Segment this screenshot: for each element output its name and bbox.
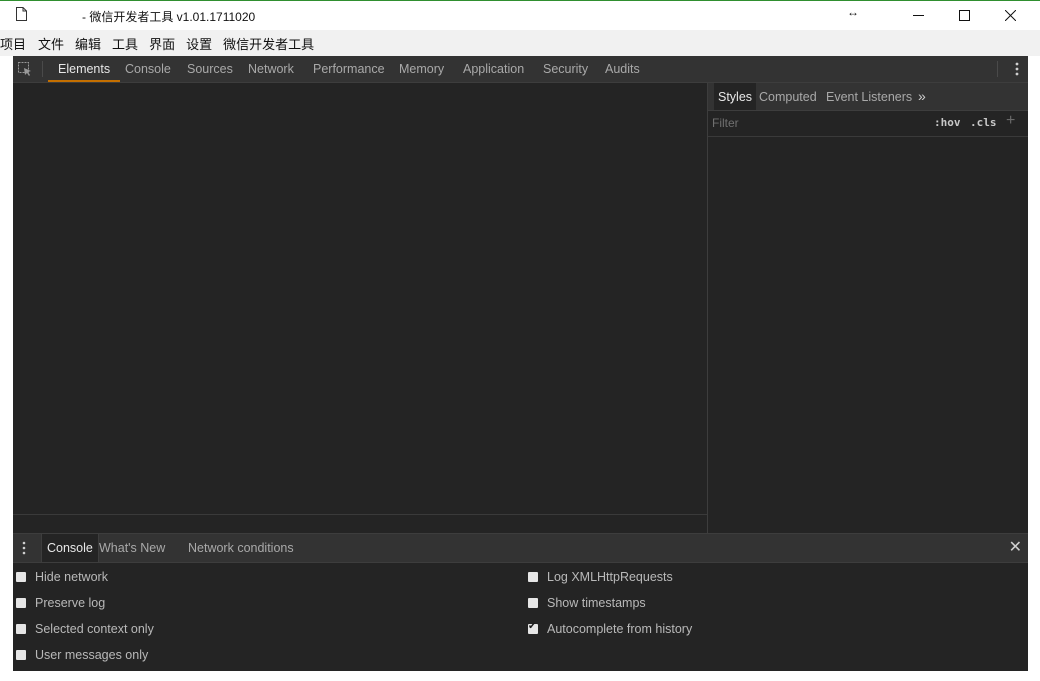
devtools-panel: Elements Console Sources Network Perform… [13, 56, 1028, 671]
devtools-menu-icon[interactable] [1010, 60, 1024, 78]
close-window-button[interactable] [987, 1, 1033, 30]
breadcrumb-bar [13, 514, 707, 533]
title-bar: - 微信开发者工具 v1.01.1711020 ↔ [0, 1, 1040, 30]
menu-item-edit[interactable]: 编辑 [75, 34, 112, 53]
drawer-close-icon[interactable]: ✕ [1009, 537, 1022, 557]
option-selected-context-only[interactable]: Selected context only [16, 621, 154, 637]
checkbox[interactable] [528, 598, 538, 608]
option-hide-network[interactable]: Hide network [16, 569, 108, 585]
menu-item-wechat-devtools[interactable]: 微信开发者工具 [223, 34, 320, 53]
option-autocomplete-from-history[interactable]: Autocomplete from history [528, 621, 692, 637]
checkbox-checked[interactable] [528, 621, 538, 634]
minimize-button[interactable] [895, 1, 941, 30]
option-show-timestamps[interactable]: Show timestamps [528, 595, 646, 611]
option-label: Log XMLHttpRequests [547, 570, 673, 584]
tab-security[interactable]: Security [543, 56, 588, 82]
menu-item-view[interactable]: 界面 [149, 34, 186, 53]
tab-elements[interactable]: Elements [47, 56, 121, 82]
menu-bar: 项目 文件 编辑 工具 界面 设置 微信开发者工具 [0, 30, 1040, 56]
option-label: Hide network [35, 570, 108, 584]
maximize-icon [958, 10, 970, 21]
resize-arrows-icon: ↔ [847, 4, 859, 19]
option-label: Selected context only [35, 622, 154, 636]
menu-item-file[interactable]: 文件 [38, 34, 75, 53]
checkbox[interactable] [16, 650, 26, 660]
tab-computed[interactable]: Computed [759, 83, 817, 110]
option-user-messages-only[interactable]: User messages only [16, 647, 148, 663]
styles-filter-bar: Filter :hov .cls + [708, 111, 1028, 137]
tab-divider [42, 61, 43, 77]
window-title: - 微信开发者工具 v1.01.1711020 [82, 10, 256, 24]
more-tabs-chevron-icon[interactable]: » [918, 83, 926, 110]
class-toggle[interactable]: .cls [970, 116, 997, 129]
tab-performance[interactable]: Performance [313, 56, 385, 82]
option-label: Show timestamps [547, 596, 646, 610]
tab-audits[interactable]: Audits [605, 56, 640, 82]
tab-memory[interactable]: Memory [399, 56, 444, 82]
tab-divider [997, 61, 998, 77]
option-log-xmlhttprequests[interactable]: Log XMLHttpRequests [528, 569, 673, 585]
tab-network[interactable]: Network [248, 56, 294, 82]
styles-filter-input[interactable]: Filter [712, 116, 739, 130]
new-style-rule-icon[interactable]: + [1006, 112, 1015, 130]
tab-console[interactable]: Console [125, 56, 171, 82]
option-label: User messages only [35, 648, 149, 662]
drawer-tab-whats-new[interactable]: What's New [99, 534, 165, 562]
menu-item-settings[interactable]: 设置 [186, 34, 223, 53]
tab-event-listeners[interactable]: Event Listeners [826, 83, 912, 110]
styles-sidebar: Styles Computed Event Listeners » Filter… [708, 83, 1028, 533]
styles-tab-bar: Styles Computed Event Listeners » [708, 83, 1028, 111]
option-label: Autocomplete from history [547, 622, 693, 636]
drawer-tab-bar: Console What's New Network conditions ✕ [13, 534, 1028, 563]
document-icon [16, 7, 27, 21]
drawer-tab-network-conditions[interactable]: Network conditions [188, 534, 294, 562]
resize-button[interactable]: ↔ [830, 1, 876, 30]
tab-application[interactable]: Application [463, 56, 524, 82]
tab-sources[interactable]: Sources [187, 56, 233, 82]
inspect-element-icon[interactable] [17, 61, 33, 77]
checkbox[interactable] [16, 624, 26, 634]
checkbox[interactable] [16, 598, 26, 608]
elements-dom-tree[interactable] [13, 83, 708, 533]
console-drawer: Console What's New Network conditions ✕ … [13, 533, 1028, 671]
tab-styles[interactable]: Styles [714, 83, 757, 110]
menu-item-tools[interactable]: 工具 [112, 34, 149, 53]
checkbox[interactable] [528, 572, 538, 582]
drawer-tab-console[interactable]: Console [41, 534, 99, 562]
hover-state-toggle[interactable]: :hov [934, 116, 961, 129]
minimize-icon [912, 14, 924, 16]
maximize-button[interactable] [941, 1, 987, 30]
checkbox[interactable] [16, 572, 26, 582]
close-icon [1004, 10, 1016, 21]
menu-item-project[interactable]: 项目 [0, 34, 38, 53]
option-preserve-log[interactable]: Preserve log [16, 595, 105, 611]
drawer-menu-icon[interactable] [20, 540, 28, 556]
option-label: Preserve log [35, 596, 106, 610]
devtools-tab-bar: Elements Console Sources Network Perform… [13, 56, 1028, 83]
